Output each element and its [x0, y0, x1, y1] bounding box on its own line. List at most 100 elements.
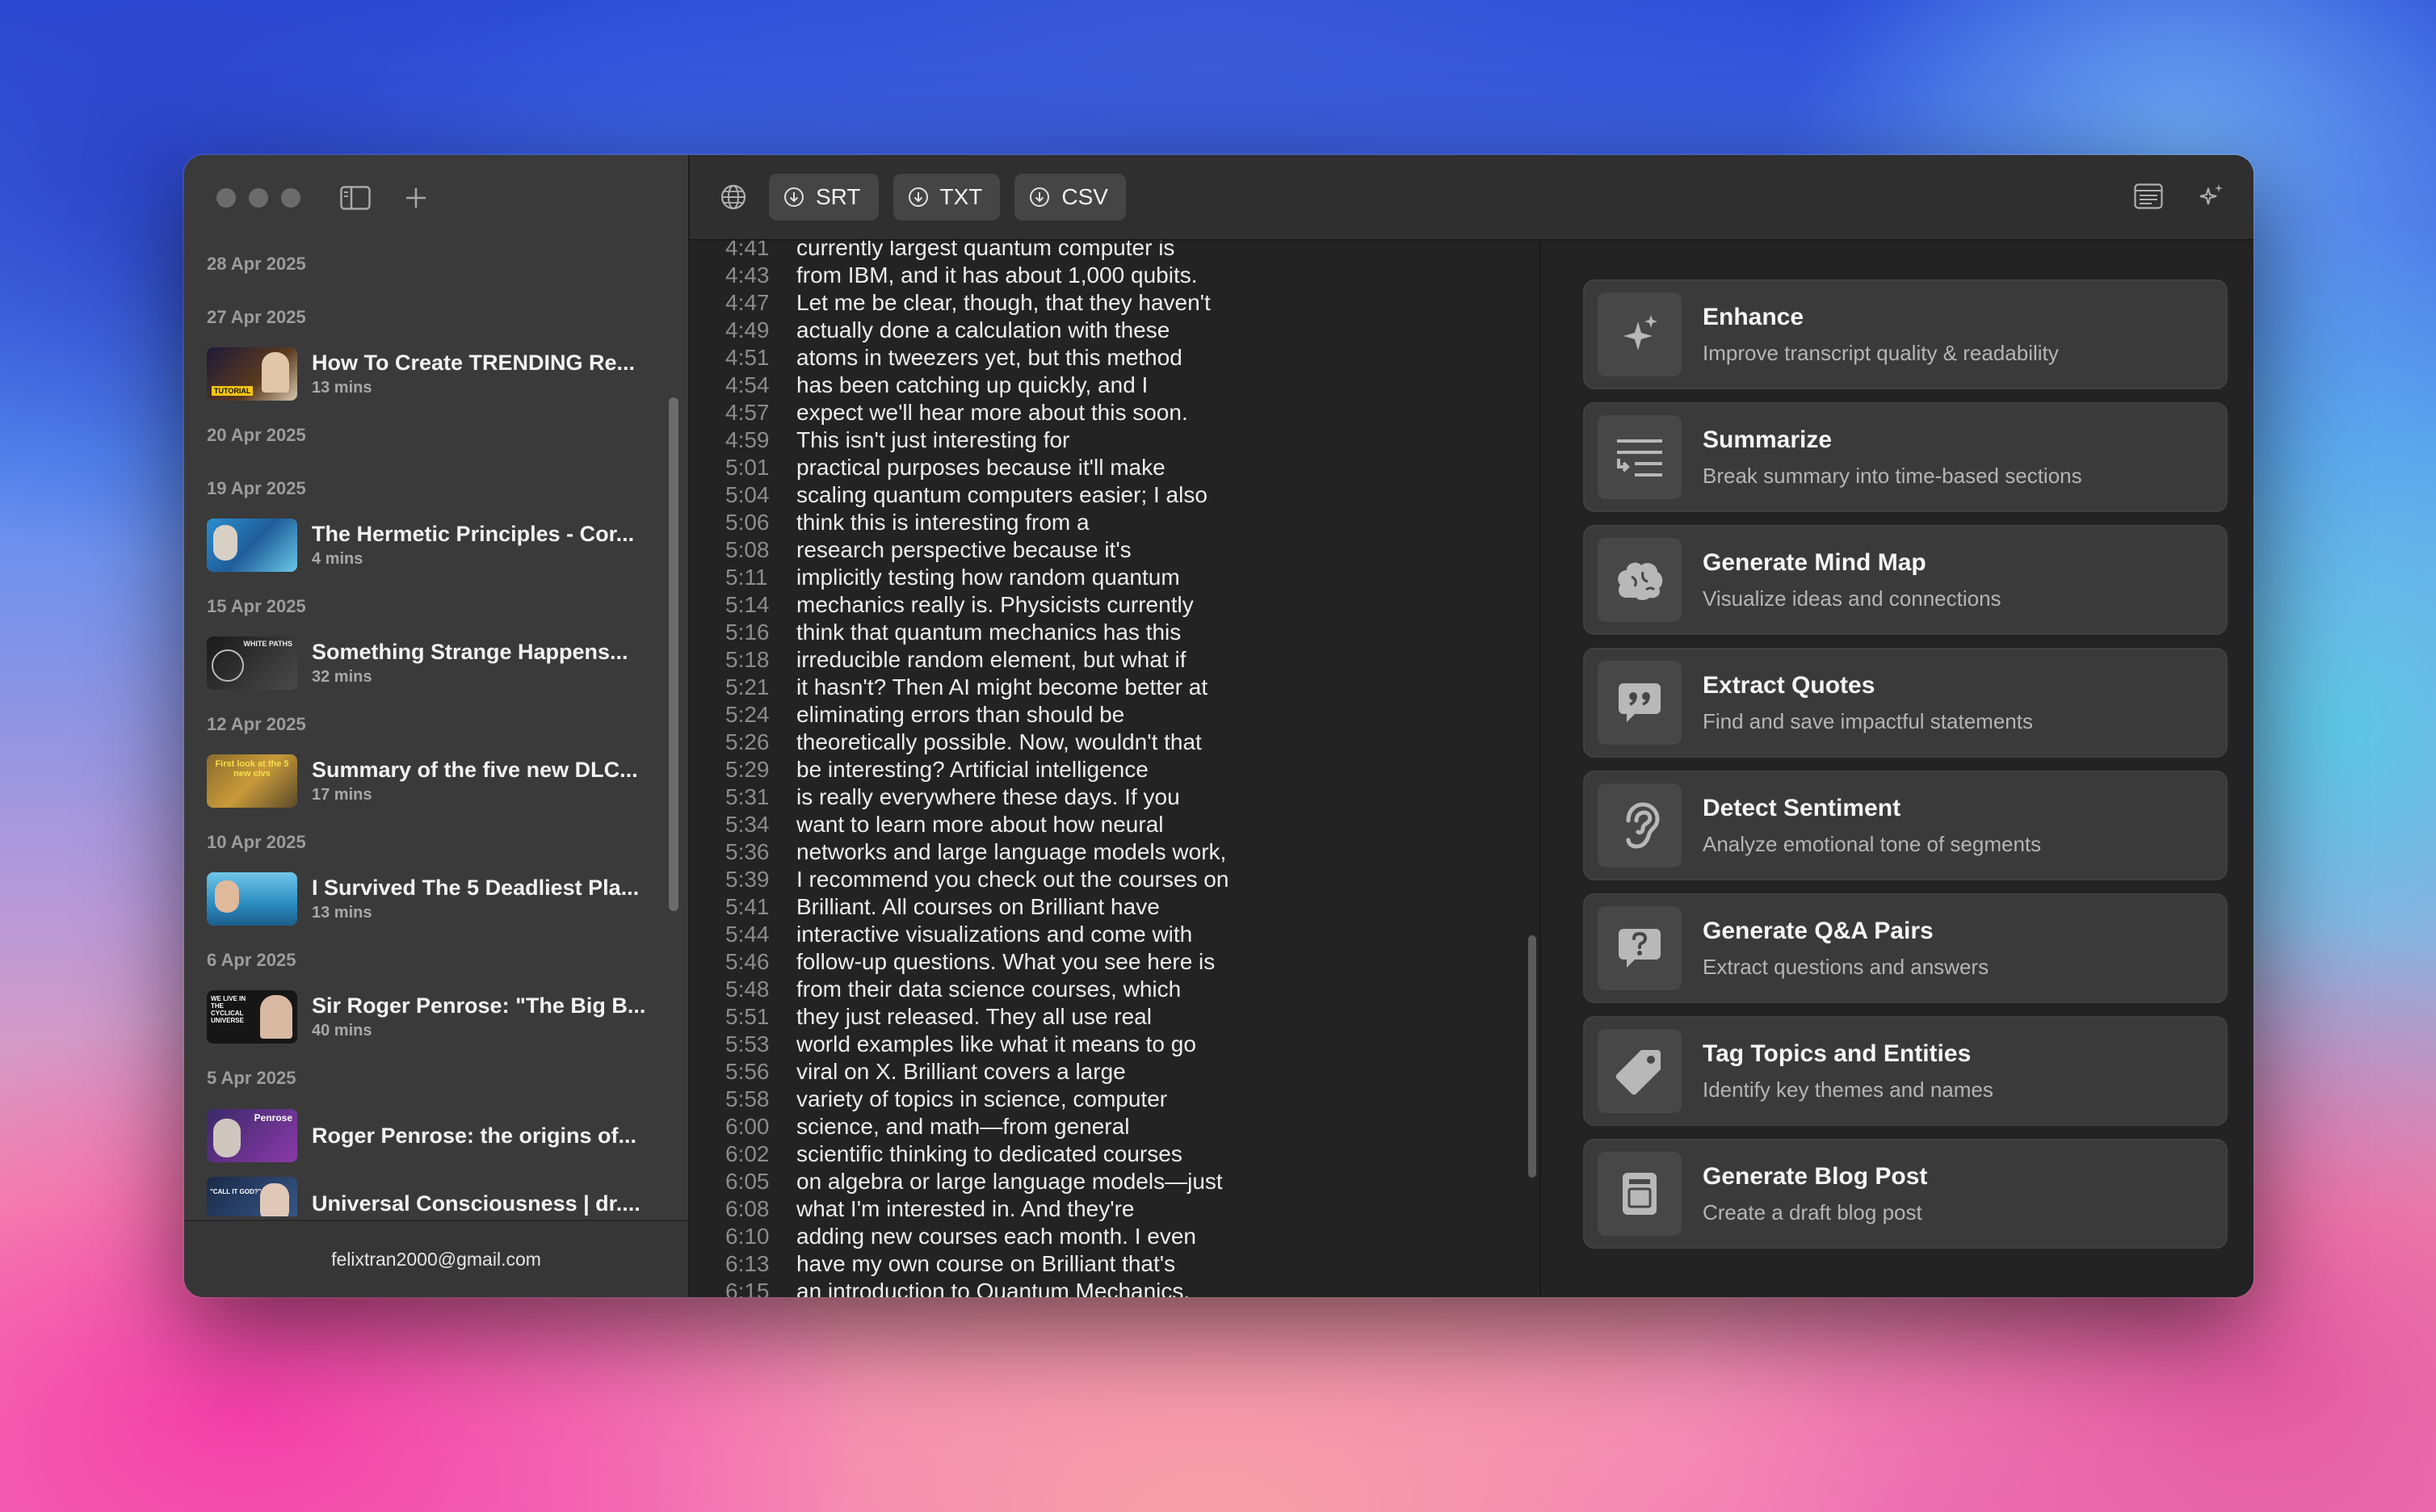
timestamp[interactable]: 4:41: [725, 241, 796, 261]
transcript-line[interactable]: 5:11 implicitly testing how random quantu…: [725, 564, 1228, 591]
timestamp[interactable]: 5:14: [725, 592, 796, 618]
action-card-summarize[interactable]: Summarize Break summary into time-based s…: [1583, 402, 2228, 512]
minimize-window-button[interactable]: [249, 188, 268, 208]
timestamp[interactable]: 5:44: [725, 922, 796, 947]
transcript-line[interactable]: 5:41 Brilliant. All courses on Brilliant …: [725, 893, 1228, 921]
action-card-generate-q-a-pairs[interactable]: Generate Q&A Pairs Extract questions and …: [1583, 893, 2228, 1003]
timestamp[interactable]: 5:46: [725, 949, 796, 975]
transcript-line[interactable]: 5:48 from their data science courses, whi…: [725, 976, 1228, 1003]
transcript-line[interactable]: 5:08 research perspective because it's: [725, 536, 1228, 564]
transcript-line[interactable]: 6:00 science, and math—from general: [725, 1113, 1228, 1140]
timestamp[interactable]: 5:48: [725, 976, 796, 1002]
timestamp[interactable]: 5:34: [725, 812, 796, 838]
account-footer[interactable]: felixtran2000@gmail.com: [184, 1220, 688, 1297]
transcript-line[interactable]: 6:15 an introduction to Quantum Mechanics…: [725, 1278, 1228, 1297]
transcript-line[interactable]: 4:57 expect we'll hear more about this so…: [725, 399, 1228, 426]
timestamp[interactable]: 5:01: [725, 455, 796, 481]
transcript-line[interactable]: 4:51 atoms in tweezers yet, but this meth…: [725, 344, 1228, 372]
sidebar-toggle-icon[interactable]: [339, 184, 372, 212]
timestamp[interactable]: 4:59: [725, 427, 796, 453]
transcript-line[interactable]: 5:46 follow-up questions. What you see he…: [725, 948, 1228, 976]
list-item[interactable]: The Hermetic Principles - Cor... 4 mins: [207, 512, 656, 578]
timestamp[interactable]: 5:08: [725, 537, 796, 563]
transcript-line[interactable]: 4:43 from IBM, and it has about 1,000 qub…: [725, 262, 1228, 289]
transcript-line[interactable]: 4:59 This isn't just interesting for: [725, 426, 1228, 454]
transcript-line[interactable]: 5:58 variety of topics in science, comput…: [725, 1086, 1228, 1113]
action-card-detect-sentiment[interactable]: Detect Sentiment Analyze emotional tone o…: [1583, 771, 2228, 880]
transcript-line[interactable]: 6:02 scientific thinking to dedicated cou…: [725, 1140, 1228, 1168]
timestamp[interactable]: 5:56: [725, 1059, 796, 1085]
ai-sparkles-icon[interactable]: [2197, 182, 2226, 215]
transcript-line[interactable]: 5:06 think this is interesting from a: [725, 509, 1228, 536]
transcript-line[interactable]: 6:08 what I'm interested in. And they're: [725, 1195, 1228, 1223]
transcript-line[interactable]: 4:49 actually done a calculation with the…: [725, 317, 1228, 344]
list-item[interactable]: WHITE PATHS Something Strange Happens...…: [207, 630, 656, 696]
action-card-extract-quotes[interactable]: Extract Quotes Find and save impactful st…: [1583, 648, 2228, 758]
sidebar-scrollbar[interactable]: [669, 397, 678, 911]
timestamp[interactable]: 4:49: [725, 317, 796, 343]
zoom-window-button[interactable]: [281, 188, 300, 208]
new-item-plus-icon[interactable]: [401, 183, 431, 213]
timestamp[interactable]: 6:00: [725, 1114, 796, 1140]
transcript-line[interactable]: 5:53 world examples like what it means to…: [725, 1031, 1228, 1058]
timestamp[interactable]: 4:57: [725, 400, 796, 426]
export-csv-button[interactable]: CSV: [1014, 174, 1126, 220]
transcript-line[interactable]: 5:34 want to learn more about how neural: [725, 811, 1228, 838]
close-window-button[interactable]: [216, 188, 236, 208]
transcript-panel-icon[interactable]: [2134, 183, 2163, 213]
transcript-line[interactable]: 6:05 on algebra or large language models—…: [725, 1168, 1228, 1195]
transcript-line[interactable]: 5:31 is really everywhere these days. If …: [725, 783, 1228, 811]
timestamp[interactable]: 5:51: [725, 1004, 796, 1030]
timestamp[interactable]: 4:51: [725, 345, 796, 371]
timestamp[interactable]: 5:26: [725, 729, 796, 755]
transcript-line[interactable]: 5:18 irreducible random element, but what…: [725, 646, 1228, 674]
timestamp[interactable]: 6:15: [725, 1279, 796, 1297]
transcript-line[interactable]: 5:16 think that quantum mechanics has thi…: [725, 619, 1228, 646]
transcript-line[interactable]: 5:36 networks and large language models w…: [725, 838, 1228, 866]
timestamp[interactable]: 6:13: [725, 1251, 796, 1277]
transcript-line[interactable]: 5:44 interactive visualizations and come …: [725, 921, 1228, 948]
timestamp[interactable]: 5:39: [725, 867, 796, 892]
timestamp[interactable]: 5:53: [725, 1031, 796, 1057]
export-txt-button[interactable]: TXT: [892, 174, 1001, 220]
timestamp[interactable]: 5:58: [725, 1086, 796, 1112]
list-item[interactable]: Penrose Roger Penrose: the origins of...: [207, 1102, 656, 1170]
transcript-scrollbar[interactable]: [1528, 935, 1536, 1178]
timestamp[interactable]: 5:29: [725, 757, 796, 783]
timestamp[interactable]: 6:05: [725, 1169, 796, 1195]
timestamp[interactable]: 5:24: [725, 702, 796, 728]
transcript-line[interactable]: 5:29 be interesting? Artificial intellige…: [725, 756, 1228, 783]
transcript-line[interactable]: 5:04 scaling quantum computers easier; I …: [725, 481, 1228, 509]
export-srt-button[interactable]: SRT: [769, 174, 879, 220]
list-item[interactable]: WE LIVE IN THE CYCLICAL UNIVERSE Sir Rog…: [207, 984, 656, 1050]
transcript-line[interactable]: 5:24 eliminating errors than should be: [725, 701, 1228, 729]
list-item[interactable]: "CALL IT GOD?" Universal Consciousness |…: [207, 1170, 656, 1216]
timestamp[interactable]: 4:47: [725, 290, 796, 316]
list-item[interactable]: I Survived The 5 Deadliest Pla... 13 min…: [207, 866, 656, 932]
globe-icon[interactable]: [717, 181, 750, 213]
action-card-generate-blog-post[interactable]: Generate Blog Post Create a draft blog po…: [1583, 1139, 2228, 1249]
transcript-line[interactable]: 5:56 viral on X. Brilliant covers a large: [725, 1058, 1228, 1086]
transcript-line[interactable]: 6:13 have my own course on Brilliant that…: [725, 1250, 1228, 1278]
action-card-tag-topics-and-entities[interactable]: Tag Topics and Entities Identify key them…: [1583, 1016, 2228, 1126]
transcript-line[interactable]: 5:01 practical purposes because it'll mak…: [725, 454, 1228, 481]
transcript-line[interactable]: 5:51 they just released. They all use rea…: [725, 1003, 1228, 1031]
action-card-enhance[interactable]: Enhance Improve transcript quality & read…: [1583, 279, 2228, 389]
transcript-line[interactable]: 5:14 mechanics really is. Physicists curr…: [725, 591, 1228, 619]
action-card-generate-mind-map[interactable]: Generate Mind Map Visualize ideas and con…: [1583, 525, 2228, 635]
transcript-line[interactable]: 5:21 it hasn't? Then AI might become bett…: [725, 674, 1228, 701]
list-item[interactable]: First look at the 5 new civs Summary of …: [207, 748, 656, 814]
timestamp[interactable]: 5:04: [725, 482, 796, 508]
timestamp[interactable]: 4:43: [725, 262, 796, 288]
timestamp[interactable]: 5:18: [725, 647, 796, 673]
transcript-line[interactable]: 5:26 theoretically possible. Now, wouldn'…: [725, 729, 1228, 756]
timestamp[interactable]: 5:31: [725, 784, 796, 810]
timestamp[interactable]: 5:16: [725, 620, 796, 645]
timestamp[interactable]: 5:41: [725, 894, 796, 920]
timestamp[interactable]: 5:21: [725, 674, 796, 700]
transcript-line[interactable]: 4:41 currently largest quantum computer i…: [725, 241, 1228, 262]
timestamp[interactable]: 4:54: [725, 372, 796, 398]
timestamp[interactable]: 6:02: [725, 1141, 796, 1167]
timestamp[interactable]: 6:10: [725, 1224, 796, 1250]
timestamp[interactable]: 5:36: [725, 839, 796, 865]
